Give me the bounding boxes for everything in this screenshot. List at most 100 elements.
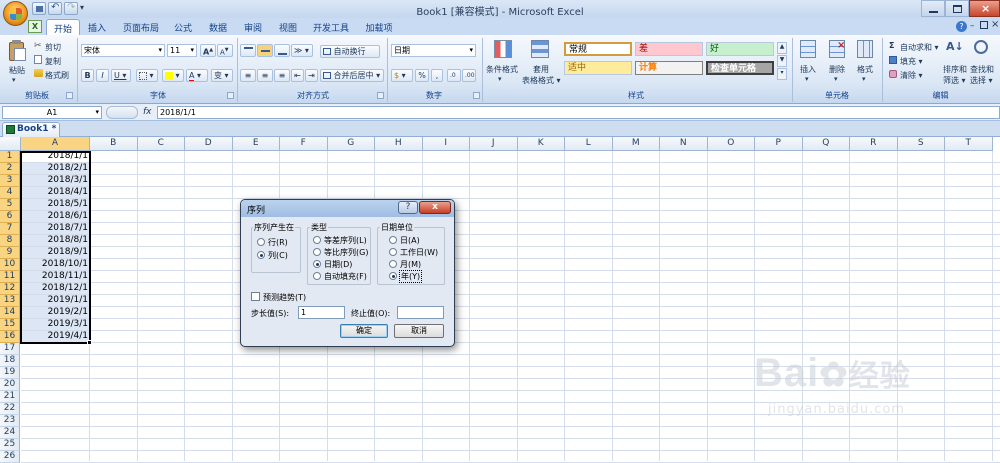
font-launcher-icon[interactable] [227,92,234,99]
column-header-l[interactable]: L [565,137,613,151]
stop-value-input[interactable] [397,306,444,319]
row-header-10[interactable]: 10 [0,259,20,271]
row-header-23[interactable]: 23 [0,415,20,427]
row-header-5[interactable]: 5 [0,199,20,211]
styles-scroll-down-icon[interactable]: ▼ [777,55,787,67]
paste-button-label[interactable]: 粘贴 [9,65,25,76]
row-header-24[interactable]: 24 [0,427,20,439]
increase-decimal-icon[interactable]: .0 [447,69,461,82]
growth-radio[interactable] [313,248,321,256]
autosum-icon[interactable]: Σ [889,41,894,50]
delete-cells-icon[interactable]: × [829,40,845,58]
column-header-q[interactable]: Q [802,137,850,151]
day-label[interactable]: 日(A) [400,235,420,246]
name-box[interactable]: A1 ▾ [2,106,102,119]
delete-cells-button[interactable]: 删除 [829,64,845,75]
weekday-radio[interactable] [389,248,397,256]
delete-cells-dropdown-icon[interactable]: ▾ [834,75,838,83]
column-header-e[interactable]: E [232,137,280,151]
weekday-label[interactable]: 工作日(W) [400,247,438,258]
help-icon[interactable]: ? [956,21,967,32]
sort-filter-button[interactable]: 排序和 [943,64,967,75]
cell-a2[interactable]: 2018/2/1 [21,163,90,175]
row-header-3[interactable]: 3 [0,175,20,187]
row-header-6[interactable]: 6 [0,211,20,223]
column-header-f[interactable]: F [280,137,328,151]
underline-button[interactable]: U ▾ [111,69,131,82]
column-header-o[interactable]: O [707,137,755,151]
decrease-decimal-icon[interactable]: .00 [462,69,476,82]
cell-a4[interactable]: 2018/4/1 [21,187,90,199]
format-table-button[interactable]: 套用 [533,64,549,75]
format-table-icon[interactable] [531,40,549,58]
trend-label[interactable]: 预测趋势(T) [263,292,306,303]
format-table-button-line2[interactable]: 表格格式 ▾ [522,75,561,86]
cell-a9[interactable]: 2018/9/1 [21,247,90,259]
date-label[interactable]: 日期(D) [324,259,352,270]
clear-icon[interactable] [889,70,897,78]
row-header-17[interactable]: 17 [0,343,20,355]
autofill-radio[interactable] [313,272,321,280]
insert-cells-button[interactable]: 插入 [800,64,816,75]
copy-button[interactable]: 复制 [45,56,61,67]
paste-icon[interactable] [6,40,28,62]
italic-button[interactable]: I [96,69,109,82]
row-header-1[interactable]: 1 [0,151,20,163]
row-header-26[interactable]: 26 [0,451,20,463]
tab-formulas[interactable]: 公式 [166,19,200,35]
grow-font-button[interactable]: A▲ [200,44,216,57]
select-all-button[interactable] [0,137,21,151]
tab-data[interactable]: 数据 [201,19,235,35]
style-check-cell[interactable]: 检查单元格 [706,61,774,75]
style-neutral[interactable]: 适中 [564,61,632,75]
tab-review[interactable]: 审阅 [236,19,270,35]
find-select-button-line2[interactable]: 选择 ▾ [970,75,993,86]
dialog-close-button[interactable]: x [419,201,451,214]
column-header-i[interactable]: I [422,137,470,151]
year-label[interactable]: 年(Y) [399,270,423,283]
format-cells-icon[interactable] [857,40,873,58]
linear-label[interactable]: 等差序列(L) [324,235,367,246]
close-window-button[interactable]: × [969,0,1000,17]
cell-a13[interactable]: 2019/1/1 [21,295,90,307]
dialog-title-bar[interactable]: 序列 ? x [241,200,454,217]
row-header-9[interactable]: 9 [0,247,20,259]
column-header-k[interactable]: K [517,137,565,151]
orientation-button[interactable]: ≫ ▾ [291,44,313,57]
autofill-label[interactable]: 自动填充(F) [324,271,367,282]
row-header-16[interactable]: 16 [0,331,20,343]
ribbon-close-icon[interactable]: × [991,19,999,30]
style-normal[interactable]: 常规 [564,42,632,56]
number-launcher-icon[interactable] [473,92,480,99]
styles-more-icon[interactable]: ▾ [777,68,787,80]
style-calculation[interactable]: 计算 [635,61,703,75]
wrap-text-button[interactable]: 自动换行 [320,45,380,58]
cut-icon[interactable]: ✂ [34,41,42,51]
styles-scroll-up-icon[interactable]: ▲ [777,42,787,54]
format-painter-button[interactable]: 格式刷 [45,70,69,81]
workbook-tab-book1[interactable]: Book1 * [2,122,60,137]
clipboard-launcher-icon[interactable] [66,92,73,99]
increase-indent-icon[interactable]: ⇥ [305,69,318,82]
ribbon-restore-icon[interactable] [980,21,988,29]
fill-color-button[interactable]: ▾ [162,69,184,82]
align-top-icon[interactable] [240,44,256,57]
cell-a16[interactable]: 2019/4/1 [21,331,90,343]
column-header-b[interactable]: B [90,137,138,151]
series-rows-label[interactable]: 行(R) [268,237,288,248]
ribbon-minimize-icon[interactable]: – [970,21,975,31]
find-select-icon[interactable] [974,40,988,54]
font-size-select[interactable]: 11 ▾ [167,44,197,57]
column-header-t[interactable]: T [945,137,993,151]
clear-button[interactable]: 清除 ▾ [900,70,923,81]
row-header-8[interactable]: 8 [0,235,20,247]
number-format-select[interactable]: 日期 ▾ [391,44,476,57]
cell-a11[interactable]: 2018/11/1 [21,271,90,283]
sort-filter-button-line2[interactable]: 筛选 ▾ [943,75,966,86]
style-bad[interactable]: 差 [635,42,703,56]
column-header-a[interactable]: A [21,137,90,151]
linear-radio[interactable] [313,236,321,244]
column-header-c[interactable]: C [137,137,185,151]
decrease-indent-icon[interactable]: ⇤ [291,69,304,82]
sort-filter-icon[interactable]: A↓ [946,40,964,53]
